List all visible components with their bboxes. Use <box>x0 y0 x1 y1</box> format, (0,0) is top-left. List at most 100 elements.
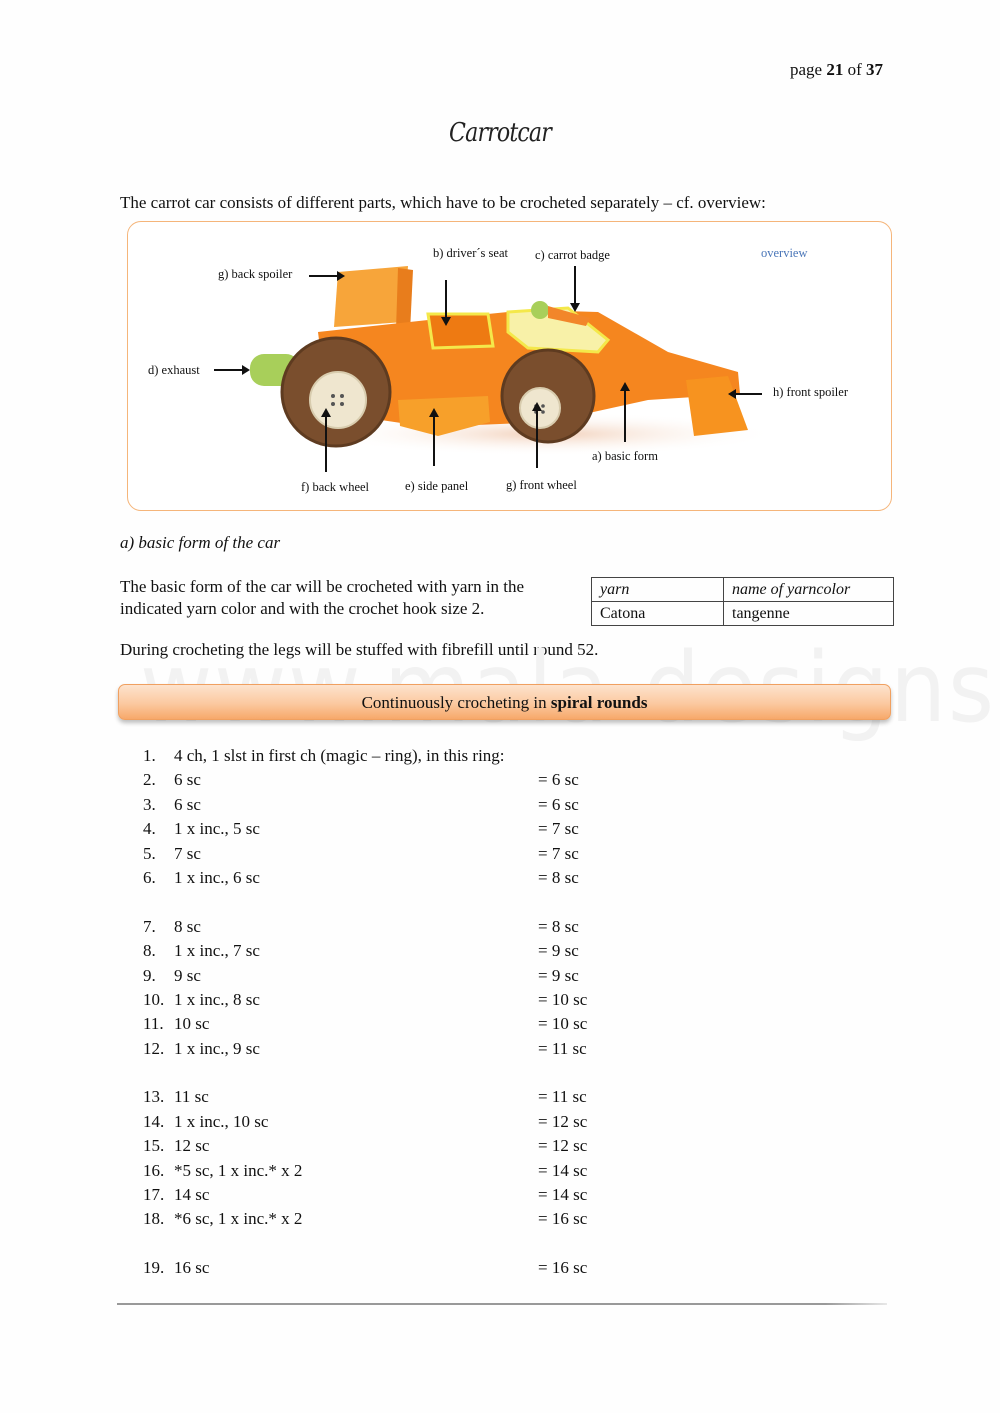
round-instruction: 1 x inc., 7 sc <box>174 941 260 961</box>
label-front-spoiler: h) front spoiler <box>773 385 848 399</box>
round-instruction: 6 sc <box>174 770 201 790</box>
round-row: 16. *5 sc, 1 x inc.* x 2 = 14 sc <box>143 1161 623 1185</box>
label-exhaust: d) exhaust <box>148 363 200 377</box>
round-instruction: 1 x inc., 8 sc <box>174 989 260 1009</box>
round-stitch-total: = 9 sc <box>538 941 579 961</box>
round-row: 3. 6 sc = 6 sc <box>143 795 623 819</box>
label-back-wheel: f) back wheel <box>301 480 370 494</box>
round-row: 7. 8 sc = 8 sc <box>143 917 623 941</box>
drivers-seat-part <box>426 312 495 350</box>
round-number: 13. <box>143 1087 165 1107</box>
round-instruction: 11 sc <box>174 1087 209 1107</box>
round-row: 9. 9 sc = 9 sc <box>143 966 623 990</box>
round-instruction: 12 sc <box>174 1136 210 1156</box>
round-stitch-total: = 10 sc <box>538 989 588 1009</box>
round-spacer <box>143 1234 623 1258</box>
banner-bold-text: spiral rounds <box>550 693 648 712</box>
yarn-cell: Catona <box>591 601 724 626</box>
round-number: 8. <box>143 941 156 961</box>
overview-link[interactable]: overview <box>761 246 808 261</box>
page-current: 21 <box>826 60 844 79</box>
round-instruction: 1 x inc., 6 sc <box>174 867 260 887</box>
rounds-list: 1. 4 ch, 1 slst in first ch (magic – ring… <box>143 746 623 1283</box>
round-instruction: 14 sc <box>174 1185 210 1205</box>
round-row: 1. 4 ch, 1 slst in first ch (magic – ring… <box>143 746 623 770</box>
round-stitch-total: = 12 sc <box>538 1111 588 1131</box>
round-stitch-total: = 16 sc <box>538 1209 588 1229</box>
arrow-down-icon <box>441 280 451 326</box>
round-row: 12. 1 x inc., 9 sc = 11 sc <box>143 1039 623 1063</box>
round-row: 18. *6 sc, 1 x inc.* x 2 = 16 sc <box>143 1209 623 1233</box>
round-instruction: *6 sc, 1 x inc.* x 2 <box>174 1209 303 1229</box>
round-number: 1. <box>143 746 156 765</box>
round-stitch-total: = 7 sc <box>538 819 579 839</box>
arrow-up-icon <box>620 382 630 442</box>
banner-text: Continuously crocheting in <box>361 693 551 712</box>
footer-divider <box>117 1303 887 1305</box>
spiral-rounds-banner: Continuously crocheting in spiral rounds <box>118 684 891 720</box>
round-stitch-total: = 9 sc <box>538 965 579 985</box>
round-instruction: 1 x inc., 5 sc <box>174 819 260 839</box>
instructions-paragraph: The basic form of the car will be croche… <box>120 577 525 618</box>
round-stitch-total: = 14 sc <box>538 1185 588 1205</box>
round-instruction: 7 sc <box>174 843 201 863</box>
round-stitch-total: = 16 sc <box>538 1258 588 1278</box>
round-stitch-total: = 6 sc <box>538 794 579 814</box>
round-instruction: 10 sc <box>174 1014 210 1034</box>
label-front-wheel: g) front wheel <box>506 478 577 492</box>
yarn-header: yarn <box>591 577 724 602</box>
yarn-table: yarn name of yarncolor Catona tangenne <box>591 577 894 626</box>
intro-text: The carrot car consists of different par… <box>120 193 766 212</box>
label-side-panel: e) side panel <box>405 479 469 493</box>
arrow-right-icon <box>214 365 250 375</box>
round-row: 13. 11 sc = 11 sc <box>143 1087 623 1111</box>
round-stitch-total: = 11 sc <box>538 1087 587 1107</box>
carrot-badge-leaf <box>531 301 549 319</box>
round-row: 19. 16 sc = 16 sc <box>143 1258 623 1282</box>
round-stitch-total: = 14 sc <box>538 1160 588 1180</box>
page-total: 37 <box>866 60 883 79</box>
round-row: 8. 1 x inc., 7 sc = 9 sc <box>143 941 623 965</box>
round-stitch-total: = 6 sc <box>538 770 579 790</box>
round-number: 5. <box>143 843 156 863</box>
yarncolor-header: name of yarncolor <box>723 577 894 602</box>
round-instruction: *5 sc, 1 x inc.* x 2 <box>174 1160 303 1180</box>
label-basic-form: a) basic form <box>592 449 658 463</box>
page-number: page 21 of 37 <box>790 60 883 80</box>
arrow-up-icon <box>532 402 542 468</box>
round-instruction: 6 sc <box>174 794 201 814</box>
yarn-table-header: yarn name of yarncolor <box>591 577 894 602</box>
round-instruction: 9 sc <box>174 965 201 985</box>
round-stitch-total: = 7 sc <box>538 843 579 863</box>
round-row: 14. 1 x inc., 10 sc = 12 sc <box>143 1112 623 1136</box>
round-spacer <box>143 892 623 916</box>
arrow-left-icon <box>728 389 762 399</box>
round-stitch-total: = 8 sc <box>538 916 579 936</box>
round-number: 2. <box>143 770 156 790</box>
round-stitch-total: = 12 sc <box>538 1136 588 1156</box>
round-row: 2. 6 sc = 6 sc <box>143 770 623 794</box>
round-number: 11. <box>143 1014 164 1034</box>
round-instruction: 8 sc <box>174 916 201 936</box>
round-number: 18. <box>143 1209 165 1229</box>
round-spacer <box>143 1063 623 1087</box>
round-number: 3. <box>143 794 156 814</box>
round-instruction: 1 x inc., 10 sc <box>174 1111 269 1131</box>
arrow-right-icon <box>309 271 345 281</box>
yarn-table-row: Catona tangenne <box>591 601 894 626</box>
round-stitch-total: = 8 sc <box>538 867 579 887</box>
label-drivers-seat: b) driver´s seat <box>433 246 508 260</box>
page-of: of <box>847 60 862 79</box>
round-stitch-total: = 10 sc <box>538 1014 588 1034</box>
yarncolor-cell: tangenne <box>723 601 894 626</box>
round-number: 16. <box>143 1160 165 1180</box>
round-number: 6. <box>143 867 156 887</box>
round-row: 6. 1 x inc., 6 sc = 8 sc <box>143 868 623 892</box>
round-row: 17. 14 sc = 14 sc <box>143 1185 623 1209</box>
section-heading: a) basic form of the car <box>120 533 281 552</box>
label-carrot-badge: c) carrot badge <box>535 248 610 262</box>
round-row: 15. 12 sc = 12 sc <box>143 1136 623 1160</box>
round-number: 9. <box>143 965 156 985</box>
round-number: 4. <box>143 819 156 839</box>
arrow-up-icon <box>321 408 331 472</box>
